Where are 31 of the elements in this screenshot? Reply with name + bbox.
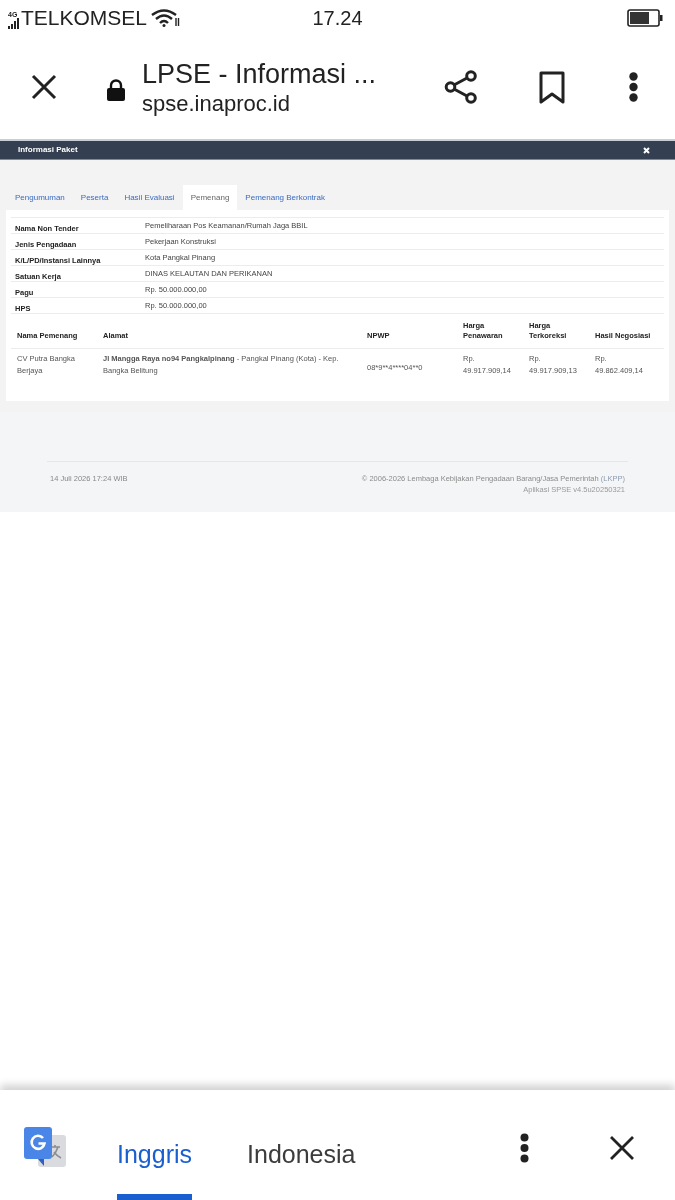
lock-icon bbox=[106, 79, 126, 101]
tab[interactable]: Hasil Evaluasi bbox=[116, 185, 183, 210]
close-icon bbox=[643, 146, 650, 154]
bookmark-icon bbox=[539, 70, 565, 104]
more-button[interactable] bbox=[629, 72, 638, 102]
tab[interactable]: Pemenang Berkontrak bbox=[237, 185, 333, 210]
dialog-title: Informasi Paket bbox=[18, 144, 79, 156]
tab[interactable]: Peserta bbox=[72, 185, 117, 210]
translate-icon bbox=[24, 1127, 66, 1169]
carrier-name: TELKOMSEL bbox=[21, 5, 148, 30]
more-icon bbox=[629, 72, 638, 102]
bookmark-button[interactable] bbox=[539, 70, 565, 104]
close-button[interactable] bbox=[31, 74, 57, 100]
tab[interactable]: Pengumuman bbox=[7, 185, 73, 210]
share-button[interactable] bbox=[444, 70, 478, 104]
page-url: spse.inaproc.id bbox=[142, 89, 290, 117]
clock-time: 17.24 bbox=[312, 5, 363, 30]
dialog-close-button[interactable] bbox=[643, 146, 650, 154]
language-tab[interactable]: Indonesia bbox=[247, 1126, 356, 1200]
language-tab[interactable]: Inggris bbox=[117, 1126, 193, 1200]
battery-icon bbox=[627, 8, 663, 27]
more-icon bbox=[520, 1133, 529, 1163]
more-button[interactable] bbox=[520, 1133, 529, 1163]
signal-icon bbox=[8, 17, 20, 29]
close-icon bbox=[609, 1135, 635, 1161]
close-button[interactable] bbox=[609, 1135, 635, 1161]
page-title: LPSE - Informasi ... bbox=[142, 57, 377, 90]
share-icon bbox=[444, 70, 478, 104]
tab[interactable]: Pemenang bbox=[182, 185, 238, 210]
wifi-icon bbox=[151, 8, 182, 27]
close-icon bbox=[31, 74, 57, 100]
